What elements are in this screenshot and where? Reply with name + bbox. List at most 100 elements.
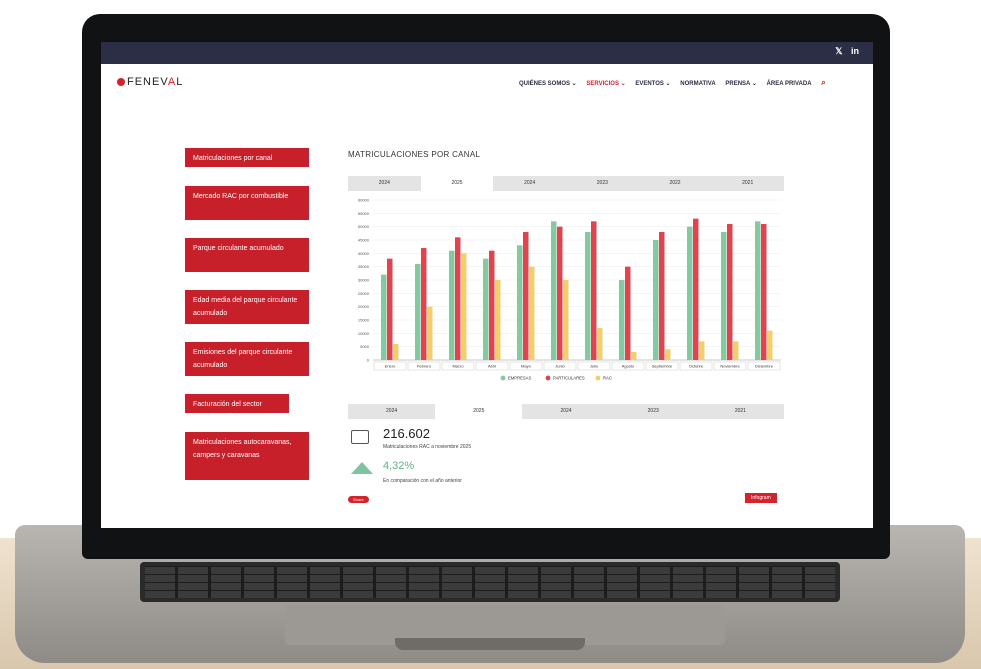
bar-empresas [483,258,489,360]
logo-text: FENEV [127,76,168,88]
y-tick-label: 30000 [358,278,370,283]
nav-eventos[interactable]: EVENTOS ⌄ [635,81,670,87]
bar-chart: 0 5000 10000 15000 20000 25000 30000 35000 40000… [358,198,781,381]
share-button[interactable]: Share [348,496,369,503]
y-tick-label: 60000 [358,198,370,203]
monitor-chart-icon [351,430,369,444]
x-tick-label: Julio [590,364,599,369]
y-tick-label: 5000 [360,344,370,349]
legend-label: RAC [603,376,612,381]
y-tick-label: 25000 [358,291,370,296]
nav-area-privada[interactable]: ÁREA PRIVADA [767,81,812,87]
tab-year[interactable]: 2023 [610,404,697,419]
bar-empresas [551,221,557,360]
sidebar-item-facturacion[interactable]: Facturación del sector [185,394,289,413]
bar-rac [529,266,535,360]
pct-caption: En comparación con el año anterior [383,478,462,484]
x-tick-label: Noviembre [720,364,740,369]
stat-value: 216.602 [383,426,430,441]
y-tick-label: 45000 [358,238,370,243]
social-links: 𝕏 in [829,46,859,57]
y-tick-label: 10000 [358,331,370,336]
chart-panel: MATRICULACIONES POR CANAL 2024 2025 2024… [343,146,784,516]
bar-particulares [421,248,427,360]
tab-year-selected[interactable]: 2025 [435,404,523,419]
bar-rac [733,341,739,360]
nav-normativa[interactable]: NORMATIVA [680,81,715,87]
bar-empresas [653,240,659,360]
y-tick-label: 50000 [358,224,370,229]
bar-empresas [619,280,625,360]
bar-particulares [455,237,461,360]
tab-year-selected[interactable]: 2025 [420,176,494,191]
y-tick-label: 20000 [358,304,370,309]
tab-year[interactable]: 2024 [522,404,609,419]
x-tick-label: Febrero [417,364,432,369]
bar-rac [495,280,501,360]
tab-year[interactable]: 2024 [348,404,435,419]
nav-prensa[interactable]: PRENSA ⌄ [725,81,756,87]
tab-year[interactable]: 2024 [493,176,566,191]
bar-rac [665,349,671,360]
feneval-logo[interactable]: FENEVAL [117,76,183,88]
x-tick-label: Septiembre [652,364,673,369]
y-tick-label: 55000 [358,211,370,216]
sidebar-item-emisiones[interactable]: Emisiones del parque circulante acumulad… [185,342,309,376]
linkedin-icon[interactable]: in [851,46,859,56]
bar-rac [427,306,433,360]
tab-year[interactable]: 2022 [639,176,712,191]
year-tabs-top: 2024 2025 2024 2023 2022 2021 [348,176,784,191]
bar-empresas [449,250,455,360]
legend-label: EMPRESAS [508,376,531,381]
sidebar-item-matriculaciones-canal[interactable]: Matriculaciones por canal [185,148,309,167]
laptop-screen: 𝕏 in FENEVAL QUIÉNES SOMOS ⌄ SERVICIOS ⌄… [101,42,873,528]
sidebar-item-mercado-rac[interactable]: Mercado RAC por combustible [185,186,309,220]
y-tick-label: 40000 [358,251,370,256]
legend-label: PARTICULARES [553,376,585,381]
bar-empresas [721,232,727,360]
trend-up-icon [351,462,373,474]
nav-servicios[interactable]: SERVICIOS ⌄ [586,81,625,87]
site-header: FENEVAL QUIÉNES SOMOS ⌄ SERVICIOS ⌄ EVEN… [101,64,873,100]
sidebar-item-parque-circulante[interactable]: Parque circulante acumulado [185,238,309,272]
tab-year[interactable]: 2023 [566,176,639,191]
bar-empresas [415,264,421,360]
tab-year[interactable]: 2024 [348,176,421,191]
bar-particulares [489,250,495,360]
search-icon[interactable]: ⌕ [821,78,825,87]
bar-particulares [557,226,563,360]
tab-year[interactable]: 2021 [697,404,784,419]
bar-rac [393,344,399,360]
bar-particulares [387,258,393,360]
sidebar-item-autocaravanas[interactable]: Matriculaciones autocaravanas, campers y… [185,432,309,480]
y-tick-label: 0 [367,358,370,363]
bar-empresas [585,232,591,360]
sidebar-item-edad-media[interactable]: Edad media del parque circulante acumula… [185,290,309,324]
nav-quienes-somos[interactable]: QUIÉNES SOMOS ⌄ [519,81,577,87]
x-tick-label: Enero [385,364,396,369]
bar-particulares [693,218,699,360]
year-tabs-bottom: 2024 2025 2024 2023 2021 [348,404,784,419]
bar-empresas [517,245,523,360]
logo-text-accent: A [167,76,177,88]
legend-marker [545,375,551,381]
logo-text-end: L [176,76,184,88]
panel-title: MATRICULACIONES POR CANAL [348,150,481,159]
top-bar: 𝕏 in [101,42,873,64]
bar-rac [597,328,603,360]
x-tick-label: Abril [488,364,496,369]
legend-marker [500,375,506,381]
bar-particulares [761,224,767,360]
infogram-link[interactable]: Infogram [745,493,777,503]
y-tick-label: 15000 [358,318,370,323]
bar-rac [563,280,569,360]
twitter-icon[interactable]: 𝕏 [835,46,842,56]
bar-empresas [381,274,387,360]
pct-value: 4,32% [383,460,415,472]
bar-rac [767,330,773,360]
bar-rac [631,352,637,360]
tab-year[interactable]: 2021 [711,176,784,191]
bar-particulares [727,224,733,360]
legend-marker [595,375,601,381]
bar-empresas [687,226,693,360]
